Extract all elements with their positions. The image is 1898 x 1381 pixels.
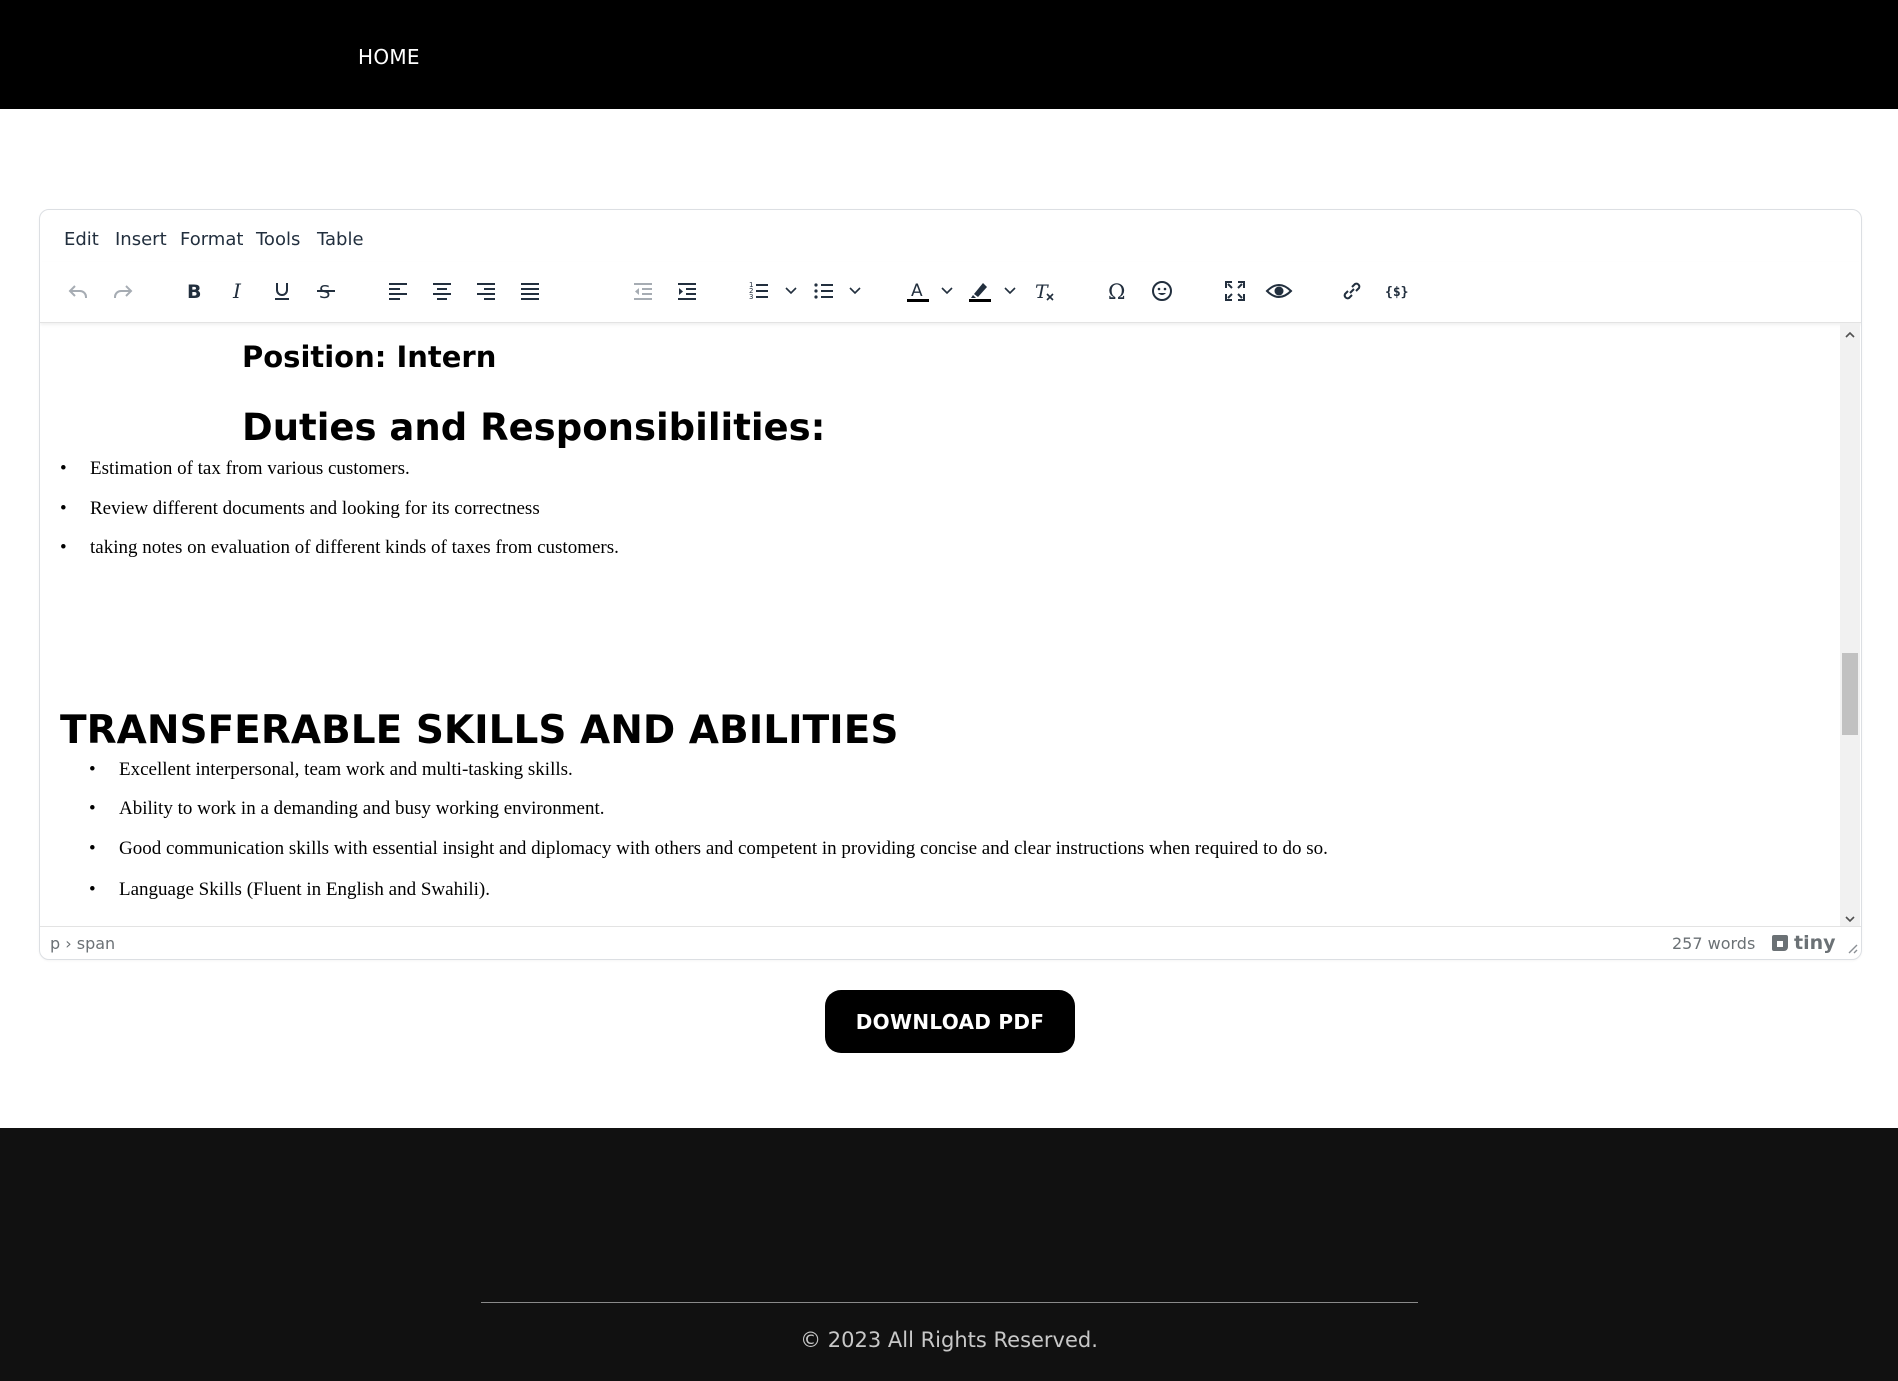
menu-format[interactable]: Format xyxy=(180,229,243,250)
scroll-up-icon[interactable] xyxy=(1844,326,1856,338)
position-heading: Position: Intern xyxy=(242,340,497,374)
svg-text:Ω: Ω xyxy=(1108,280,1125,303)
tiny-brand-label: tiny xyxy=(1794,932,1836,954)
italic-icon[interactable]: I xyxy=(221,274,255,308)
align-left-icon[interactable] xyxy=(381,274,415,308)
highlight-color-icon[interactable] xyxy=(963,274,997,308)
page-footer: © 2023 All Rights Reserved. xyxy=(0,1128,1898,1381)
svg-text:B: B xyxy=(187,281,201,303)
scroll-down-icon[interactable] xyxy=(1844,910,1856,923)
link-icon[interactable] xyxy=(1335,274,1369,308)
list-item: Language Skills (Fluent in English and S… xyxy=(119,879,490,900)
copyright-text: © 2023 All Rights Reserved. xyxy=(800,1328,1098,1352)
word-count[interactable]: 257 words xyxy=(1672,934,1755,953)
fullscreen-icon[interactable] xyxy=(1218,274,1252,308)
strikethrough-icon[interactable]: S xyxy=(309,274,343,308)
code-icon[interactable]: {$} xyxy=(1379,274,1413,308)
tiny-logo-icon xyxy=(1772,935,1788,951)
text-color-icon[interactable]: A xyxy=(901,274,935,308)
footer-divider xyxy=(481,1302,1418,1303)
menu-edit[interactable]: Edit xyxy=(64,229,99,250)
home-link[interactable]: HOME xyxy=(358,45,420,69)
numbered-list-icon[interactable]: 123 xyxy=(742,274,776,308)
editor-statusbar: p › span 257 words tiny xyxy=(40,926,1861,959)
duties-heading: Duties and Responsibilities: xyxy=(242,406,826,449)
chevron-down-icon[interactable] xyxy=(939,282,955,298)
bullet-marker: • xyxy=(89,879,96,900)
bullet-marker: • xyxy=(89,838,96,859)
list-item: Excellent interpersonal, team work and m… xyxy=(119,759,573,780)
editor-toolbar: B I S 123 A T Ω {$} xyxy=(40,262,1861,323)
list-item: Review different documents and looking f… xyxy=(90,498,540,519)
svg-text:{$}: {$} xyxy=(1385,285,1408,300)
bullet-marker: • xyxy=(89,759,96,780)
list-item: taking notes on evaluation of different … xyxy=(90,537,619,558)
bullet-list-icon[interactable] xyxy=(807,274,841,308)
resize-handle-icon[interactable] xyxy=(1844,939,1858,954)
scrollbar-thumb[interactable] xyxy=(1842,653,1858,735)
underline-icon[interactable] xyxy=(265,274,299,308)
top-navigation-bar: HOME xyxy=(0,0,1898,109)
align-right-icon[interactable] xyxy=(469,274,503,308)
bullet-marker: • xyxy=(60,458,67,479)
chevron-down-icon[interactable] xyxy=(783,282,799,298)
svg-text:S: S xyxy=(319,282,330,303)
preview-icon[interactable] xyxy=(1262,274,1296,308)
element-path[interactable]: p › span xyxy=(50,934,115,953)
menu-table[interactable]: Table xyxy=(317,229,364,250)
redo-icon[interactable] xyxy=(106,274,140,308)
bold-icon[interactable]: B xyxy=(177,274,211,308)
bullet-marker: • xyxy=(60,498,67,519)
special-character-icon[interactable]: Ω xyxy=(1101,274,1135,308)
editor-menubar: Edit Insert Format Tools Table xyxy=(40,210,1861,262)
outdent-icon[interactable] xyxy=(626,274,660,308)
download-pdf-button[interactable]: DOWNLOAD PDF xyxy=(825,990,1075,1053)
list-item: Ability to work in a demanding and busy … xyxy=(119,798,605,819)
undo-icon[interactable] xyxy=(61,274,95,308)
svg-text:3: 3 xyxy=(749,293,753,301)
skills-heading: TRANSFERABLE SKILLS AND ABILITIES xyxy=(60,708,899,753)
clear-formatting-icon[interactable]: T xyxy=(1027,274,1061,308)
indent-icon[interactable] xyxy=(670,274,704,308)
svg-text:I: I xyxy=(232,279,242,303)
svg-text:A: A xyxy=(911,281,923,301)
tiny-brand-link[interactable]: tiny xyxy=(1770,932,1836,954)
menu-insert[interactable]: Insert xyxy=(115,229,167,250)
align-center-icon[interactable] xyxy=(425,274,459,308)
bullet-marker: • xyxy=(89,798,96,819)
list-item: Estimation of tax from various customers… xyxy=(90,458,410,479)
menu-tools[interactable]: Tools xyxy=(256,229,300,250)
rich-text-editor: Edit Insert Format Tools Table B I S 1 2… xyxy=(39,209,1862,960)
content-scrollbar[interactable] xyxy=(1840,323,1860,926)
justify-icon[interactable] xyxy=(513,274,547,308)
emoji-icon[interactable] xyxy=(1145,274,1179,308)
editor-content-area[interactable]: Position: Intern Duties and Responsibili… xyxy=(40,323,1840,926)
chevron-down-icon[interactable] xyxy=(1002,282,1018,298)
bullet-marker: • xyxy=(60,537,67,558)
list-item: Good communication skills with essential… xyxy=(119,838,1328,859)
chevron-down-icon[interactable] xyxy=(847,282,863,298)
